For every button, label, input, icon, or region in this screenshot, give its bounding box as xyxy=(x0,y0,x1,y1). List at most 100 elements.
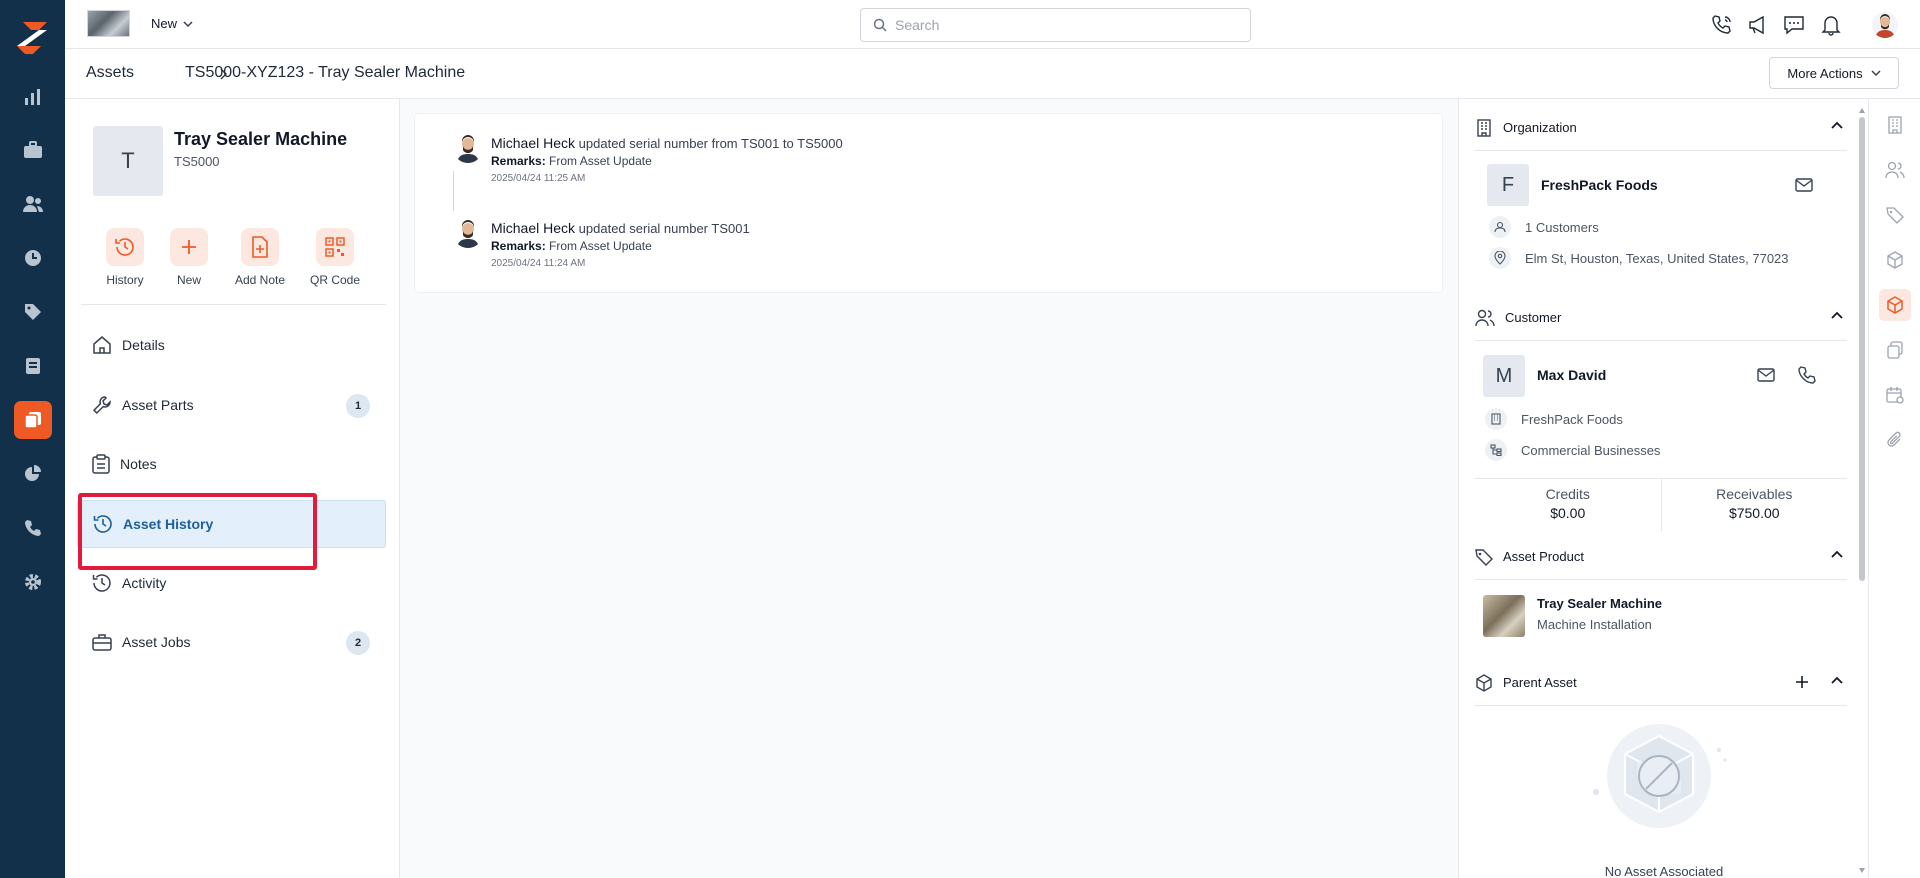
organization-address: Elm St, Houston, Texas, United States, 7… xyxy=(1525,250,1789,266)
section-title: Organization xyxy=(1503,120,1577,135)
breadcrumb-assets-link[interactable]: Assets xyxy=(86,64,134,82)
rail-attachment-icon[interactable] xyxy=(1879,424,1911,456)
product-category: Machine Installation xyxy=(1537,617,1652,632)
nav-tags-icon[interactable] xyxy=(14,293,52,331)
location-pin-icon xyxy=(1494,251,1506,265)
new-label: New xyxy=(151,16,178,31)
menu-label: Asset Parts xyxy=(122,397,194,413)
rail-product-tag-icon[interactable] xyxy=(1879,199,1911,231)
main-nav xyxy=(0,0,65,878)
qr-code-icon xyxy=(325,237,345,257)
organization-address-row: Elm St, Houston, Texas, United States, 7… xyxy=(1489,247,1789,269)
organization-avatar: F xyxy=(1487,164,1529,206)
rail-parent-asset-icon[interactable] xyxy=(1879,244,1911,276)
chevron-up-icon[interactable] xyxy=(1831,121,1843,129)
megaphone-icon[interactable] xyxy=(1746,13,1770,37)
receivables-stat: Receivables $750.00 xyxy=(1660,479,1848,532)
rail-customer-icon[interactable] xyxy=(1879,154,1911,186)
workspace-thumbnail[interactable] xyxy=(87,10,130,37)
nav-jobs-icon[interactable] xyxy=(14,131,52,169)
menu-label: Activity xyxy=(122,575,167,591)
add-note-action-button[interactable]: Add Note xyxy=(220,228,300,287)
chevron-down-icon xyxy=(183,20,193,27)
divider xyxy=(81,304,386,305)
customer-name[interactable]: Max David xyxy=(1537,367,1606,383)
menu-item-asset-parts[interactable]: Asset Parts 1 xyxy=(77,381,386,429)
product-name[interactable]: Tray Sealer Machine xyxy=(1537,596,1662,611)
call-log-icon[interactable] xyxy=(1710,13,1734,37)
global-search[interactable] xyxy=(860,8,1251,42)
chat-icon[interactable] xyxy=(1782,13,1806,37)
app-logo-icon[interactable] xyxy=(13,20,51,56)
nav-analytics-icon[interactable] xyxy=(14,455,52,493)
menu-item-activity[interactable]: Activity xyxy=(77,559,386,607)
search-input[interactable] xyxy=(895,17,1225,33)
remarks-label: Remarks: xyxy=(491,154,546,168)
organization-name[interactable]: FreshPack Foods xyxy=(1541,177,1658,193)
phone-icon[interactable] xyxy=(1798,366,1816,384)
nav-invoices-icon[interactable] xyxy=(14,347,52,385)
scrollbar-thumb[interactable] xyxy=(1859,117,1865,581)
user-avatar xyxy=(453,218,483,248)
plus-icon xyxy=(182,240,196,254)
menu-item-asset-history[interactable]: Asset History xyxy=(77,500,386,548)
top-bar: New xyxy=(65,0,1920,49)
user-avatar[interactable] xyxy=(1872,12,1898,38)
asset-product-section-header[interactable]: Asset Product xyxy=(1475,534,1847,580)
organization-section-header[interactable]: Organization xyxy=(1475,105,1847,151)
breadcrumb-current: TS5000-XYZ123 - Tray Sealer Machine xyxy=(185,64,466,81)
wrench-icon xyxy=(92,396,111,415)
bell-icon[interactable] xyxy=(1819,13,1843,37)
nav-reports-icon[interactable] xyxy=(14,78,52,116)
menu-item-asset-jobs[interactable]: Asset Jobs 2 xyxy=(77,618,386,666)
customer-section-header[interactable]: Customer xyxy=(1475,295,1847,341)
asset-parts-count-badge: 1 xyxy=(346,394,370,418)
rail-asset-icon[interactable] xyxy=(1879,289,1911,321)
hierarchy-icon xyxy=(1490,444,1502,456)
nav-settings-icon[interactable] xyxy=(14,563,52,601)
chevron-up-icon[interactable] xyxy=(1831,311,1843,319)
history-card: Michael Heck updated serial number from … xyxy=(415,114,1442,292)
rail-copy-icon[interactable] xyxy=(1879,334,1911,366)
section-title: Parent Asset xyxy=(1503,675,1577,690)
customer-organization-row: FreshPack Foods xyxy=(1485,408,1623,430)
remarks-label: Remarks: xyxy=(491,239,546,253)
building-icon xyxy=(1477,118,1491,137)
email-icon[interactable] xyxy=(1757,368,1775,382)
menu-item-notes[interactable]: Notes xyxy=(77,440,386,488)
customer-financials: Credits $0.00 Receivables $750.00 xyxy=(1475,478,1847,532)
tag-icon xyxy=(1475,548,1493,566)
parent-asset-section-header[interactable]: Parent Asset xyxy=(1475,660,1847,706)
more-actions-button[interactable]: More Actions xyxy=(1769,57,1899,89)
home-icon xyxy=(93,336,111,354)
menu-label: Notes xyxy=(120,456,157,472)
rail-calendar-settings-icon[interactable] xyxy=(1879,379,1911,411)
menu-item-details[interactable]: Details xyxy=(77,321,386,369)
rail-organization-icon[interactable] xyxy=(1879,109,1911,141)
section-title: Customer xyxy=(1505,310,1562,325)
customer-organization: FreshPack Foods xyxy=(1521,411,1623,427)
new-dropdown-button[interactable]: New xyxy=(151,16,193,31)
nav-customers-icon[interactable] xyxy=(14,185,52,223)
nav-assets-icon[interactable] xyxy=(14,401,52,439)
qa-label: QR Code xyxy=(309,273,361,287)
chevron-up-icon[interactable] xyxy=(1831,550,1843,558)
qr-code-action-button[interactable]: QR Code xyxy=(295,228,375,287)
product-thumbnail xyxy=(1483,595,1525,637)
history-remarks: From Asset Update xyxy=(549,239,652,253)
asset-avatar: T xyxy=(93,126,163,196)
menu-label: Details xyxy=(122,337,165,353)
history-action: updated serial number TS001 xyxy=(578,221,750,236)
history-timestamp: 2025/04/24 11:24 AM xyxy=(491,258,586,269)
asset-sidebar: T Tray Sealer Machine TS5000 History New… xyxy=(65,99,400,878)
chevron-up-icon[interactable] xyxy=(1831,676,1843,684)
nav-timesheet-icon[interactable] xyxy=(14,239,52,277)
customer-type: Commercial Businesses xyxy=(1521,442,1661,458)
nav-phone-icon[interactable] xyxy=(14,509,52,547)
new-action-button[interactable]: New xyxy=(149,228,229,287)
email-icon[interactable] xyxy=(1795,178,1813,192)
credits-value: $0.00 xyxy=(1550,505,1586,521)
history-icon xyxy=(115,238,134,256)
plus-icon[interactable] xyxy=(1795,675,1809,689)
menu-label: Asset Jobs xyxy=(122,634,191,650)
